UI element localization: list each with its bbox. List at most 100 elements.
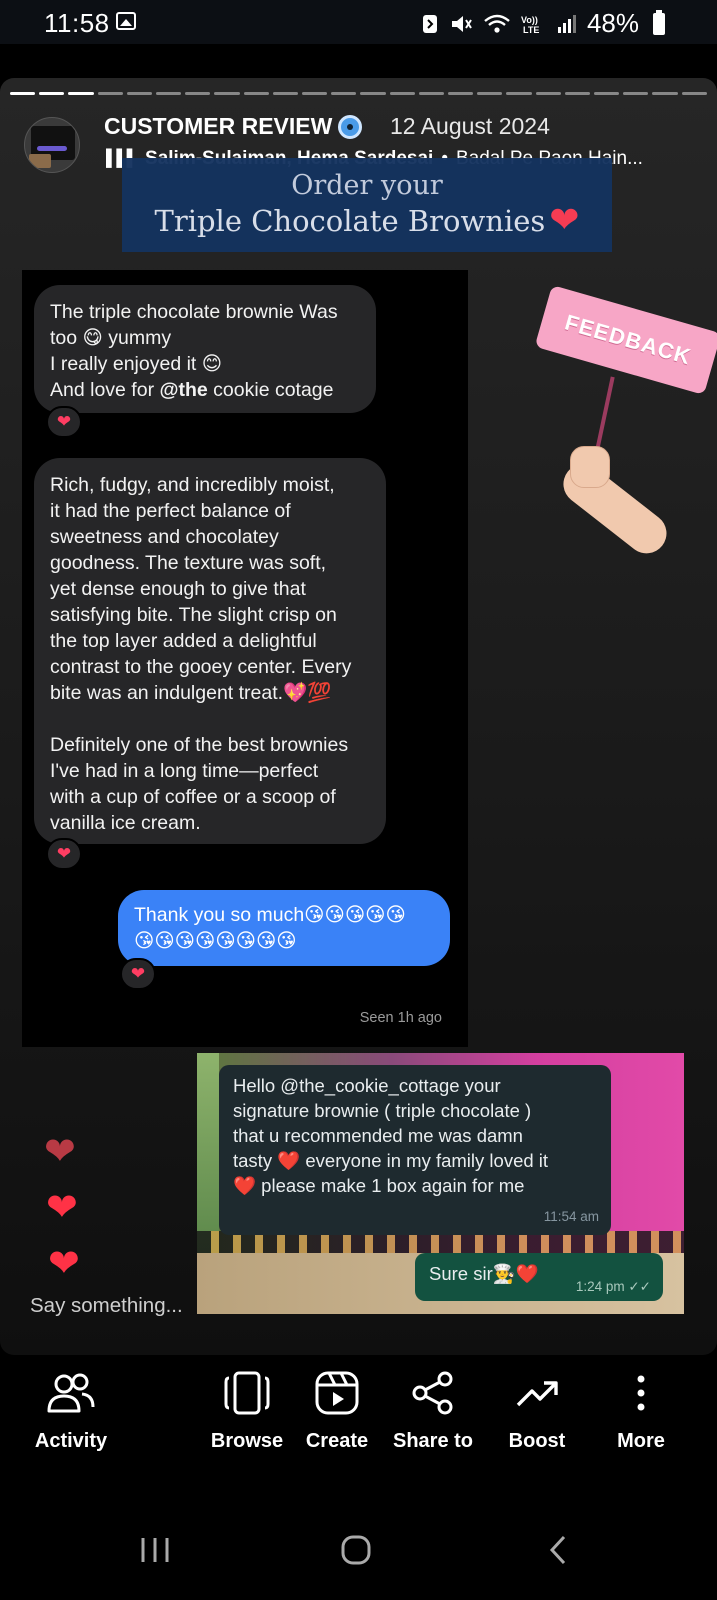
message-line: bite was an indulgent treat.💖💯 bbox=[50, 682, 332, 704]
message-line: I really enjoyed it 😊 bbox=[50, 353, 223, 375]
progress-segment bbox=[535, 92, 561, 95]
whatsapp-screenshot: Hello @the_cookie_cottage your signature… bbox=[197, 1053, 684, 1314]
message-line: it had the perfect balance of bbox=[50, 500, 291, 522]
message-line: yet dense enough to give that bbox=[50, 578, 306, 600]
story-title[interactable]: CUSTOMER REVIEW bbox=[104, 113, 363, 140]
message-text: Sure sir👨‍🍳❤️ bbox=[429, 1263, 539, 1284]
progress-segment bbox=[243, 92, 269, 95]
progress-segment bbox=[302, 92, 328, 95]
gallery-icon bbox=[116, 12, 136, 30]
progress-segment bbox=[185, 92, 211, 95]
recents-icon bbox=[141, 1538, 169, 1562]
progress-segment bbox=[506, 92, 532, 95]
activity-label: Activity bbox=[34, 1430, 108, 1452]
message-line: tasty ❤️ everyone in my family loved it bbox=[233, 1150, 549, 1171]
avatar-thumbnail-photo bbox=[29, 154, 51, 168]
avatar[interactable] bbox=[24, 117, 80, 173]
chat-message-1: The triple chocolate brownie Was too 😋 y… bbox=[34, 285, 376, 413]
share-label: Share to bbox=[392, 1430, 474, 1452]
message-line: that u recommended me was damn bbox=[233, 1125, 523, 1146]
nfc-icon bbox=[422, 14, 437, 33]
message-line: Thank you so much😘😘😘😘😘 bbox=[134, 904, 406, 926]
back-icon bbox=[549, 1535, 566, 1565]
message-line: I've had in a long time—perfect bbox=[50, 760, 319, 782]
message-line: sweetness and chocolatey bbox=[50, 526, 279, 548]
message-line: Rich, fudgy, and incredibly moist, bbox=[50, 474, 335, 496]
story-title-text: CUSTOMER REVIEW bbox=[104, 113, 333, 139]
progress-segment bbox=[156, 92, 182, 95]
whatsapp-incoming-message: Hello @the_cookie_cottage your signature… bbox=[219, 1065, 611, 1235]
status-bar: 11:58 Vo)) LTE 48% bbox=[0, 0, 717, 44]
message-line: And love for @the cookie cotage bbox=[50, 377, 360, 403]
progress-segment bbox=[331, 92, 357, 95]
progress-segment bbox=[10, 92, 36, 95]
home-icon bbox=[341, 1535, 371, 1565]
back-button[interactable] bbox=[528, 1520, 588, 1580]
browse-label: Browse bbox=[210, 1430, 284, 1452]
svg-text:LTE: LTE bbox=[523, 25, 539, 35]
message-text: cookie cotage bbox=[207, 379, 334, 401]
message-line: 😘😘😘😘😘😘😘😘 bbox=[134, 930, 297, 952]
heart-icon: ❤ bbox=[44, 1131, 76, 1173]
signal-icon bbox=[557, 14, 576, 33]
status-time: 11:58 bbox=[44, 8, 110, 38]
heart-reaction: ❤ bbox=[46, 838, 82, 870]
progress-segment bbox=[39, 92, 65, 95]
chat-message-2: Rich, fudgy, and incredibly moist, it ha… bbox=[34, 458, 386, 844]
message-line: too 😋 yummy bbox=[50, 327, 172, 349]
progress-segment bbox=[389, 92, 415, 95]
progress-segment bbox=[418, 92, 445, 95]
banner-line-1: Order your bbox=[291, 170, 443, 201]
evil-eye-icon bbox=[338, 114, 363, 139]
boost-button[interactable]: Boost bbox=[482, 1368, 592, 1468]
message-time: 11:54 am bbox=[543, 1209, 599, 1224]
progress-segment bbox=[97, 92, 123, 95]
more-button[interactable]: More bbox=[586, 1368, 696, 1468]
trend-up-icon bbox=[512, 1368, 562, 1418]
people-icon bbox=[46, 1368, 96, 1418]
progress-segment bbox=[564, 92, 591, 95]
status-icons: Vo)) LTE 48% bbox=[421, 8, 665, 39]
share-button[interactable]: Share to bbox=[378, 1368, 488, 1468]
reply-input[interactable]: Say something... bbox=[30, 1294, 183, 1318]
message-line: signature brownie ( triple chocolate ) bbox=[233, 1100, 532, 1121]
message-time: 1:24 pm ✓✓ bbox=[575, 1279, 651, 1294]
fist-graphic bbox=[570, 446, 610, 488]
activity-button[interactable]: Activity bbox=[16, 1368, 126, 1468]
mute-icon bbox=[451, 15, 472, 32]
progress-segment bbox=[448, 92, 474, 95]
home-button[interactable] bbox=[326, 1520, 386, 1580]
mention: @the bbox=[159, 379, 208, 401]
create-button[interactable]: Create bbox=[282, 1368, 392, 1468]
reels-icon bbox=[312, 1368, 362, 1418]
heart-reaction: ❤ bbox=[120, 958, 156, 990]
feedback-sign: FEEDBACK bbox=[534, 284, 717, 396]
story-viewer[interactable]: CUSTOMER REVIEW 12 August 2024 ▌▌▌ Salim… bbox=[0, 78, 717, 1355]
progress-segment bbox=[477, 92, 503, 95]
order-banner: Order your Triple Chocolate Brownies ❤ bbox=[122, 158, 612, 252]
message-line: goodness. The texture was soft, bbox=[50, 552, 327, 574]
progress-segment bbox=[126, 92, 153, 95]
message-line: The triple chocolate brownie Was bbox=[50, 301, 338, 323]
progress-segment bbox=[68, 92, 94, 95]
more-vertical-icon bbox=[616, 1368, 666, 1418]
feedback-sticker: FEEDBACK bbox=[534, 284, 717, 562]
progress-segment bbox=[360, 92, 386, 95]
progress-segment bbox=[623, 92, 649, 95]
create-label: Create bbox=[305, 1430, 369, 1452]
battery-percent: 48% bbox=[586, 8, 639, 38]
message-text: And love for bbox=[50, 379, 160, 401]
volte-icon: Vo))LTE bbox=[521, 15, 539, 35]
chat-reply: Thank you so much😘😘😘😘😘 😘😘😘😘😘😘😘😘 bbox=[118, 890, 450, 966]
share-icon bbox=[408, 1368, 458, 1418]
system-nav-bar bbox=[0, 1500, 717, 1600]
message-line: Hello @the_cookie_cottage your bbox=[233, 1075, 501, 1096]
progress-segment bbox=[652, 92, 678, 95]
heart-icon: ❤ bbox=[48, 1243, 80, 1285]
recents-button[interactable] bbox=[125, 1520, 185, 1580]
banner-line-2-text: Triple Chocolate Brownies bbox=[154, 204, 546, 238]
boost-label: Boost bbox=[508, 1430, 566, 1452]
message-line: with a cup of coffee or a scoop of bbox=[50, 786, 336, 808]
banner-line-2: Triple Chocolate Brownies ❤ bbox=[155, 202, 580, 240]
heart-icon: ❤ bbox=[46, 1187, 78, 1229]
